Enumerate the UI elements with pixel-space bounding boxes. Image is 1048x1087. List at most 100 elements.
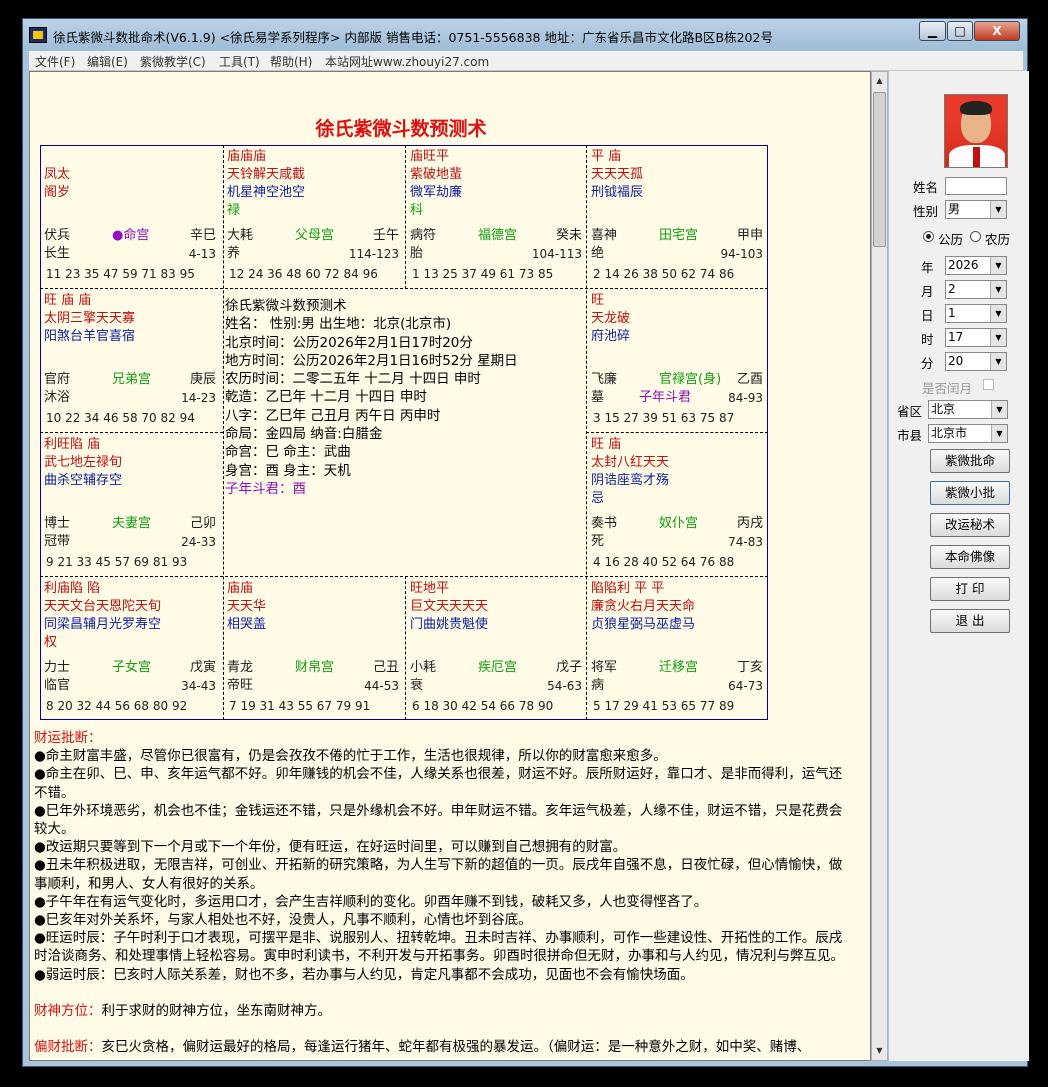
palace-star-line: 旺地平 xyxy=(410,581,450,596)
palace-ganzhi: 癸未 xyxy=(555,228,582,243)
year-select[interactable]: 2026 ▼ xyxy=(945,256,1007,275)
palace-star-line: 门曲姚贵魁使 xyxy=(410,617,489,632)
center-bazi: 八字：乙巳年 己丑月 丙午日 丙申时 xyxy=(225,407,441,424)
palace-star-line: 天天文台天恩陀天旬 xyxy=(44,599,162,614)
print-button[interactable]: 打 印 xyxy=(930,577,1010,601)
center-name-line: 姓名： 性别:男 出生地：北京(北京市) xyxy=(225,316,452,333)
title-bar[interactable]: 徐氏紫微斗数批命术(V6.1.9) <徐氏易学系列程序> 内部版 销售电话：07… xyxy=(23,19,1027,51)
palace-god: 飞廉 xyxy=(591,372,618,387)
wealth-item: ●巳亥年对外关系坏，与家人相处也不好，没贵人，凡事不顺利，心情也坏到谷底。 xyxy=(34,912,532,929)
palace-name: 奴仆宫 xyxy=(659,516,699,531)
minute-select[interactable]: 20 ▼ xyxy=(945,352,1007,371)
buddha-button[interactable]: 本命佛像 xyxy=(930,545,1010,569)
menu-help[interactable]: 帮助(H) xyxy=(270,53,312,70)
palace-ganzhi: 甲申 xyxy=(736,228,763,243)
palace-ganzhi: 庚辰 xyxy=(189,372,216,387)
palace-years: 12 24 36 48 60 72 84 96 xyxy=(229,267,378,281)
palace-age-range: 4-13 xyxy=(188,247,216,261)
palace-ganzhi: 辛巳 xyxy=(189,228,216,243)
menu-tutorial[interactable]: 紫微教学(C) xyxy=(140,53,206,70)
ziwei-brief-button[interactable]: 紫微小批 xyxy=(930,481,1010,505)
palace-star-line: 禄 xyxy=(227,203,241,218)
palace-star-line: 庙庙庙 xyxy=(227,149,267,164)
palace-age-range: 114-123 xyxy=(348,247,399,261)
palace-god: 奏书 xyxy=(591,516,618,531)
day-select[interactable]: 1 ▼ xyxy=(945,304,1007,323)
scroll-down-icon[interactable]: ▼ xyxy=(873,1044,886,1058)
center-minggong: 命宫：巳 命主：武曲 xyxy=(225,444,351,461)
chevron-down-icon: ▼ xyxy=(990,305,1006,322)
palace-cell: 平 庙天天天孤 刑钺福辰 喜神 田宅宫 甲申 绝 94-103 2 14 26 3… xyxy=(591,148,763,286)
exit-button[interactable]: 退 出 xyxy=(930,609,1010,633)
palace-star-line: 庙庙 xyxy=(227,581,254,596)
palace-cell: 利庙陷 陷天天文台天恩陀天旬 同梁昌辅月光罗寿空 权 力士 子女宫 戊寅 临官 3… xyxy=(44,580,216,718)
lunar-radio[interactable] xyxy=(970,231,981,242)
palace-years: 1 13 25 37 49 61 73 85 xyxy=(412,267,554,281)
palace-ganzhi: 己丑 xyxy=(372,660,399,675)
solar-radio[interactable] xyxy=(923,231,934,242)
month-select[interactable]: 2 ▼ xyxy=(945,280,1007,299)
palace-years: 4 16 28 40 52 64 76 88 xyxy=(593,555,735,569)
fortune-change-button[interactable]: 改运秘术 xyxy=(930,513,1010,537)
author-photo xyxy=(944,94,1008,168)
maximize-button[interactable]: □ xyxy=(947,21,973,41)
scroll-thumb[interactable] xyxy=(873,92,886,247)
menu-file[interactable]: 文件(F) xyxy=(35,53,75,70)
palace-cell: 旺 庙太封八红天天 阴诰座鸾才殇忌 奏书 奴仆宫 丙戌 死 74-83 4 16 … xyxy=(591,436,763,574)
palace-ganzhi: 丁亥 xyxy=(736,660,763,675)
palace-years: 7 19 31 43 55 67 79 91 xyxy=(229,699,371,713)
partial-text: 亥巳火贪格，偏财运最好的格局，每逢运行猪年、蛇年都有极强的暴发运。（偏财运：是一… xyxy=(101,1039,811,1056)
palace-age-range: 14-23 xyxy=(181,391,216,405)
palace-stage: 沐浴 xyxy=(44,390,71,405)
palace-name: 财帛宫 xyxy=(295,660,335,675)
center-beijing-time: 北京时间：公历2026年2月1日17时20分 xyxy=(225,334,473,351)
leap-month-checkbox[interactable] xyxy=(983,379,994,390)
palace-cell: 利旺陷 庙武七地左禄旬 曲杀空辅存空 博士 夫妻宫 己卯 冠带 24-33 9 2… xyxy=(44,436,216,574)
grid-v3 xyxy=(586,145,587,720)
grid-h2-right xyxy=(586,432,768,433)
menu-tools[interactable]: 工具(T) xyxy=(219,53,260,70)
palace-god: 喜神 xyxy=(591,228,618,243)
palace-star-line: 天天天孤 xyxy=(591,167,644,182)
city-label: 市县 xyxy=(897,428,923,443)
ziwei-full-button[interactable]: 紫微批命 xyxy=(930,449,1010,473)
palace-years: 9 21 33 45 57 69 81 93 xyxy=(46,555,188,569)
palace-stage: 病 xyxy=(591,678,605,693)
palace-god: 伏兵 xyxy=(44,228,71,243)
chevron-down-icon: ▼ xyxy=(990,353,1006,370)
app-window: 徐氏紫微斗数批命术(V6.1.9) <徐氏易学系列程序> 内部版 销售电话：07… xyxy=(22,18,1029,1067)
solar-label: 公历 xyxy=(938,232,964,247)
chevron-down-icon: ▼ xyxy=(990,201,1006,218)
month-label: 月 xyxy=(921,284,934,299)
palace-stage: 衰 xyxy=(410,678,424,693)
center-qianzao: 乾造：乙巳年 十二月 十四日 申时 xyxy=(225,389,427,406)
menu-website[interactable]: 本站网址www.zhouyi27.com xyxy=(325,53,489,70)
name-input[interactable] xyxy=(945,177,1007,195)
menu-edit[interactable]: 编辑(E) xyxy=(87,53,128,70)
palace-stage: 临官 xyxy=(44,678,71,693)
minimize-button[interactable]: ▁ xyxy=(919,21,946,41)
palace-cell: 旺 庙 庙太阴三擎天天寡 阳煞台羊官喜宿 官府 兄弟宫 庚辰 沐浴 14-23 1… xyxy=(44,292,216,430)
hour-select[interactable]: 17 ▼ xyxy=(945,328,1007,347)
palace-stage: 绝 xyxy=(591,246,605,261)
lunar-label: 农历 xyxy=(985,232,1011,247)
side-panel: 姓名 性别 男 ▼ 公历 农历 年 2026 ▼ 月 2 ▼ 日 1 ▼ 时 17 ▼ 分… xyxy=(889,71,1029,1061)
vertical-scrollbar[interactable]: ▲ ▼ xyxy=(871,71,888,1061)
province-select[interactable]: 北京 ▼ xyxy=(928,400,1008,419)
palace-star-line: 刑钺福辰 xyxy=(591,185,644,200)
city-select[interactable]: 北京市 ▼ xyxy=(928,424,1008,443)
gender-label: 性别 xyxy=(913,204,939,219)
palace-stage: 帝旺 xyxy=(227,678,254,693)
window-title: 徐氏紫微斗数批命术(V6.1.9) <徐氏易学系列程序> 内部版 销售电话：07… xyxy=(53,30,773,45)
close-button[interactable]: X xyxy=(974,21,1020,41)
palace-star-line: 武七地左禄旬 xyxy=(44,455,123,470)
palace-age-range: 74-83 xyxy=(728,535,763,549)
gender-select[interactable]: 男 ▼ xyxy=(945,200,1007,219)
palace-name: 福德宫 xyxy=(478,228,518,243)
partial-wealth: 偏财批断：亥巳火贪格，偏财运最好的格局，每逢运行猪年、蛇年都有极强的暴发运。（偏… xyxy=(34,1038,852,1056)
palace-star-line: 曲杀空辅存空 xyxy=(44,473,123,488)
grid-h1 xyxy=(40,288,768,289)
scroll-up-icon[interactable]: ▲ xyxy=(873,74,886,88)
